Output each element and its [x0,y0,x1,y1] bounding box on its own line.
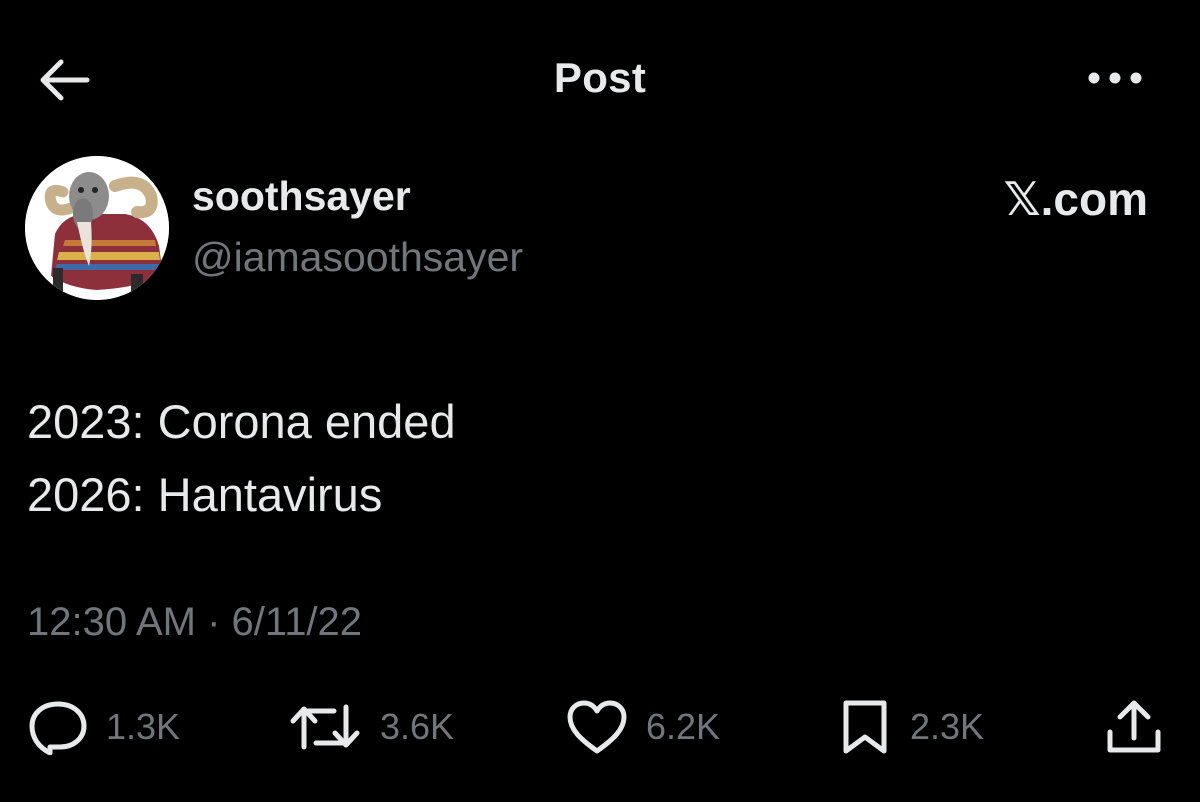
bookmark-button[interactable]: 2.3K [838,695,984,759]
top-bar: Post [0,40,1200,116]
like-button[interactable]: 6.2K [566,695,720,759]
post-text-line: 2023: Corona ended [27,395,456,448]
reply-count: 1.3K [106,706,181,747]
post-page: Post soothsayer @iamasoothsayer 𝕏.com 20… [0,0,1200,802]
repost-count: 3.6K [380,706,455,747]
post-timestamp[interactable]: 12:30 AM · 6/11/22 [27,600,362,645]
bookmark-count: 2.3K [910,706,985,747]
bookmark-icon [838,699,892,755]
share-button[interactable] [1104,695,1164,759]
repost-button[interactable]: 3.6K [288,695,454,759]
heart-icon [566,699,628,755]
more-options-button[interactable] [1080,52,1150,104]
avatar[interactable] [25,156,169,300]
author-display-name[interactable]: soothsayer [192,173,411,220]
like-count: 6.2K [646,706,721,747]
reply-button[interactable]: 1.3K [28,695,180,759]
more-horizontal-icon [1087,71,1143,85]
post-text-line: 2026: Hantavirus [27,468,383,521]
author-handle[interactable]: @iamasoothsayer [192,234,523,281]
reply-icon [28,699,88,755]
share-icon [1104,698,1164,756]
source-watermark: 𝕏.com [1003,173,1148,225]
page-title: Post [553,54,647,101]
goat-soothsayer-avatar [25,156,169,300]
repost-icon [288,699,362,755]
post-text: 2023: Corona ended 2026: Hantavirus [27,385,456,531]
